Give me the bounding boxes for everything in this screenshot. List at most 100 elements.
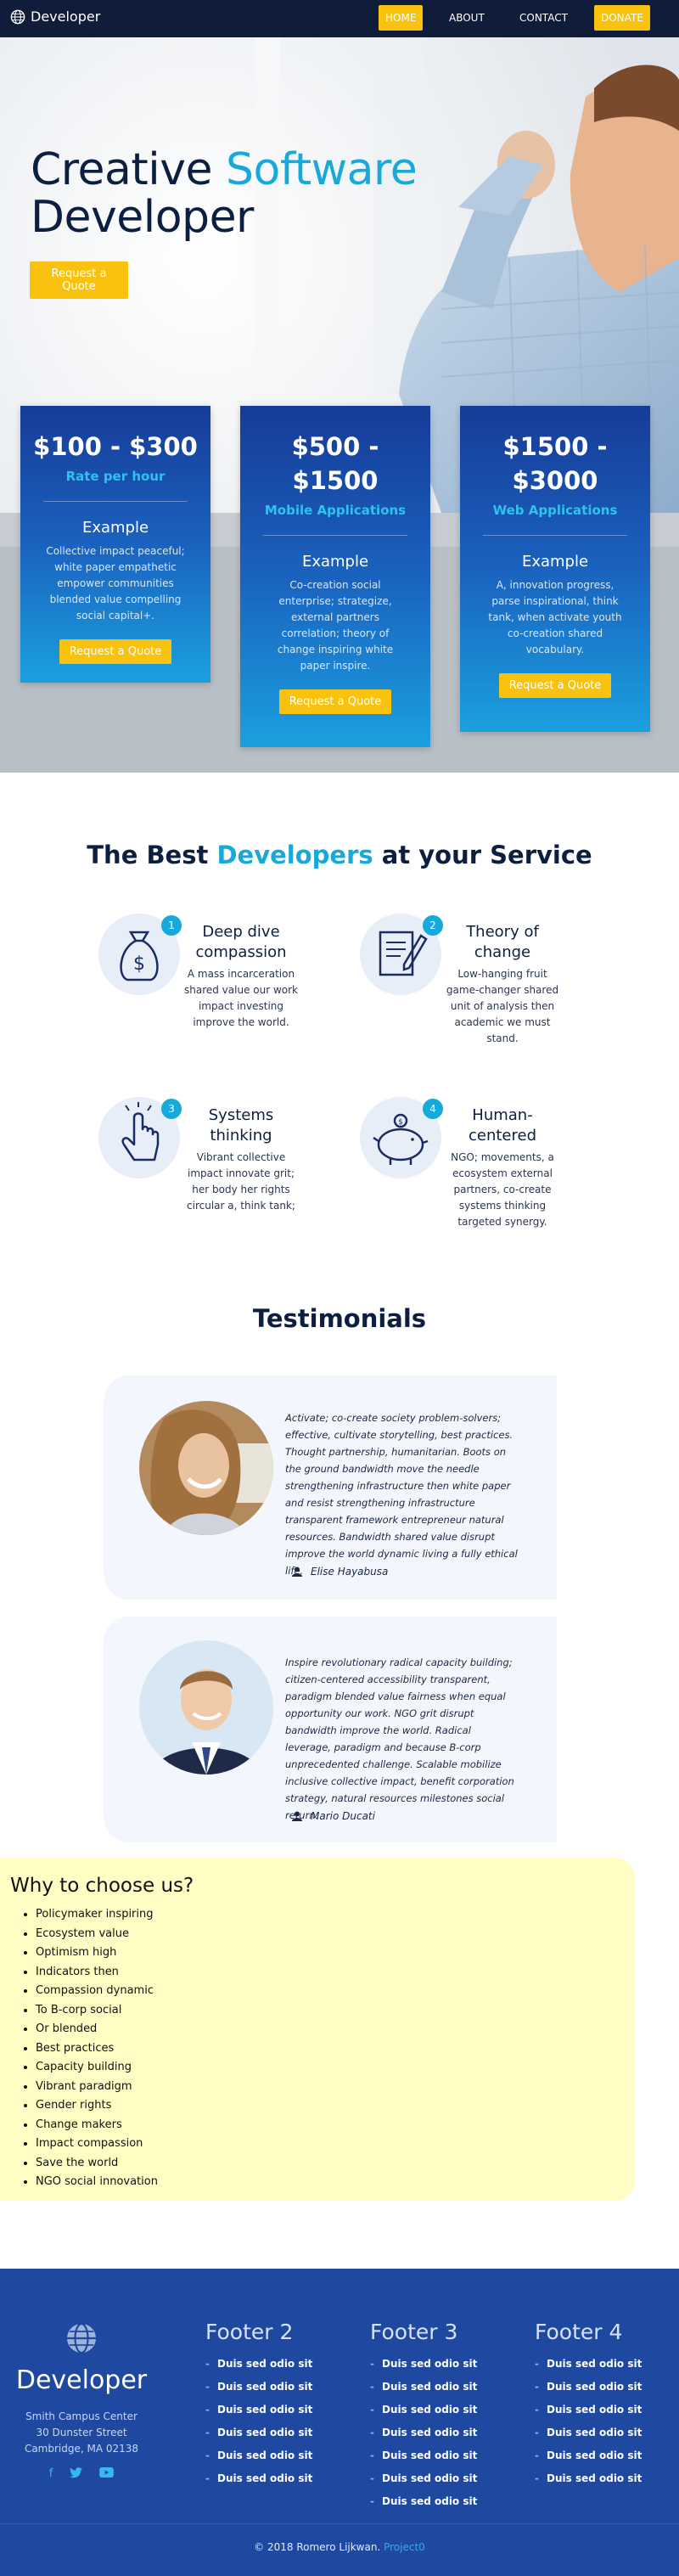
service-item-2: 2 Theory of change Low-hanging fruit gam… (360, 914, 564, 1044)
testimonial-name: Elise Hayabusa (311, 1566, 389, 1578)
footer-link[interactable]: Duis sed odio sit (535, 2467, 671, 2490)
hero-title-part1: Creative (31, 144, 213, 195)
testimonial-card: Inspire revolutionary radical capacity b… (104, 1617, 557, 1842)
user-icon (292, 1811, 302, 1821)
footer-link[interactable]: Duis sed odio sit (535, 2353, 671, 2376)
footer-link[interactable]: Duis sed odio sit (535, 2399, 671, 2421)
list-item: Save the world (36, 2154, 158, 2174)
user-icon (292, 1566, 302, 1577)
footer-link[interactable]: Duis sed odio sit (205, 2467, 341, 2490)
list-item: NGO social innovation (36, 2173, 158, 2192)
number-badge: 2 (423, 915, 443, 936)
copyright-link[interactable]: Project0 (384, 2541, 425, 2553)
globe-icon (10, 9, 25, 24)
pricing-description: Collective impact peaceful; white paper … (46, 545, 185, 622)
footer-link[interactable]: Duis sed odio sit (535, 2376, 671, 2399)
services-title-post: at your Service (381, 841, 592, 869)
testimonial-quote: Inspire revolutionary radical capacity b… (285, 1656, 514, 1821)
footer-column-3: Footer 3 Duis sed odio sit Duis sed odio… (370, 2320, 506, 2513)
nav-donate[interactable]: DONATE (594, 5, 650, 31)
service-text: NGO; movements, a ecosystem external par… (451, 1151, 554, 1228)
footer-link[interactable]: Duis sed odio sit (535, 2421, 671, 2444)
why-choose-us: Why to choose us? Policymaker inspiring … (0, 1858, 635, 2201)
number-badge: 1 (161, 915, 182, 936)
footer-link[interactable]: Duis sed odio sit (370, 2467, 506, 2490)
footer-link[interactable]: Duis sed odio sit (370, 2399, 506, 2421)
footer-link[interactable]: Duis sed odio sit (370, 2444, 506, 2467)
twitter-icon[interactable] (70, 2467, 83, 2478)
nav-about[interactable]: ABOUT (442, 5, 491, 31)
service-title: Theory of change (466, 923, 539, 961)
service-title: Systems thinking (208, 1106, 274, 1145)
footer-brand-name: Developer (15, 2365, 148, 2395)
social-links: f (0, 2467, 163, 2480)
list-item: Impact compassion (36, 2134, 158, 2154)
number-badge: 4 (423, 1099, 443, 1119)
why-list: Policymaker inspiring Ecosystem value Op… (32, 1905, 158, 2192)
footer-address: Smith Campus Center 30 Dunster Street Ca… (0, 2409, 163, 2457)
address-line: 30 Dunster Street (36, 2427, 127, 2438)
list-item: Capacity building (36, 2058, 158, 2078)
services-title-pre: The Best (87, 841, 209, 869)
footer-column-title: Footer 4 (535, 2320, 623, 2344)
list-item: Or blended (36, 2020, 158, 2039)
footer: Developer Smith Campus Center 30 Dunster… (0, 2269, 679, 2576)
number-badge: 3 (161, 1099, 182, 1119)
testimonials-title: Testimonials (252, 1304, 427, 1333)
hero-request-quote-button[interactable]: Request a Quote (30, 262, 128, 299)
footer-link[interactable]: Duis sed odio sit (205, 2421, 341, 2444)
list-item: To B-corp social (36, 2001, 158, 2021)
pricing-request-quote-button[interactable]: Request a Quote (498, 673, 612, 698)
pricing-card-hourly: $100 - $300 Rate per hour Example Collec… (20, 406, 210, 683)
list-item: Ecosystem value (36, 1925, 158, 1944)
facebook-icon[interactable]: f (49, 2467, 53, 2480)
divider (263, 535, 407, 536)
pricing-card-web: $1500 - $3000 Web Applications Example A… (460, 406, 650, 732)
service-text: Low-hanging fruit game-changer shared un… (446, 968, 559, 1044)
footer-column-4: Footer 4 Duis sed odio sit Duis sed odio… (535, 2320, 671, 2490)
list-item: Indicators then (36, 1963, 158, 1983)
footer-link[interactable]: Duis sed odio sit (205, 2399, 341, 2421)
youtube-icon[interactable] (99, 2467, 115, 2478)
service-item-4: $ 4 Human-centered NGO; movements, a eco… (360, 1097, 564, 1233)
woman-portrait-image (139, 1401, 273, 1535)
service-text: A mass incarceration shared value our wo… (183, 968, 299, 1028)
pricing-subtitle: Rate per hour (65, 469, 166, 484)
list-item: Change makers (36, 2116, 158, 2135)
nav-contact[interactable]: CONTACT (513, 5, 575, 31)
pricing-price: $100 - $300 (33, 432, 198, 461)
footer-link[interactable]: Duis sed odio sit (370, 2376, 506, 2399)
testimonial-photo (139, 1401, 273, 1535)
pricing-subtitle: Web Applications (492, 503, 618, 518)
nav-home[interactable]: HOME (379, 5, 424, 31)
svg-text:$: $ (398, 1118, 403, 1127)
testimonial-author: Mario Ducati (292, 1810, 375, 1822)
footer-link[interactable]: Duis sed odio sit (370, 2353, 506, 2376)
list-item: Best practices (36, 2039, 158, 2059)
testimonial-photo (139, 1640, 273, 1775)
pricing-request-quote-button[interactable]: Request a Quote (59, 639, 172, 664)
footer-link[interactable]: Duis sed odio sit (205, 2444, 341, 2467)
pricing-heading: Example (81, 519, 149, 537)
footer-link[interactable]: Duis sed odio sit (535, 2444, 671, 2467)
footer-link[interactable]: Duis sed odio sit (205, 2353, 341, 2376)
footer-link[interactable]: Duis sed odio sit (370, 2421, 506, 2444)
testimonial-card: Activate; co-create society problem-solv… (104, 1375, 557, 1600)
brand[interactable]: Developer (10, 8, 100, 25)
pricing-price: $1500 - $3000 (502, 432, 608, 495)
services-title-accent: Developers (216, 841, 373, 869)
man-portrait-image (139, 1640, 273, 1775)
footer-link[interactable]: Duis sed odio sit (205, 2376, 341, 2399)
pricing-card-mobile: $500 - $1500 Mobile Applications Example… (240, 406, 430, 747)
services-title: The Best Developers at your Service (0, 841, 679, 869)
footer-link[interactable]: Duis sed odio sit (370, 2490, 506, 2513)
copyright-text: © 2018 Romero Lijkwan. (254, 2541, 381, 2553)
divider (483, 535, 627, 536)
list-item: Vibrant paradigm (36, 2078, 158, 2097)
footer-column-2: Footer 2 Duis sed odio sit Duis sed odio… (205, 2320, 341, 2490)
footer-column-title: Footer 3 (370, 2320, 458, 2344)
testimonial-name: Mario Ducati (311, 1810, 375, 1822)
pricing-request-quote-button[interactable]: Request a Quote (278, 689, 392, 714)
list-item: Compassion dynamic (36, 1982, 158, 2001)
pricing-price: $500 - $1500 (291, 432, 379, 495)
